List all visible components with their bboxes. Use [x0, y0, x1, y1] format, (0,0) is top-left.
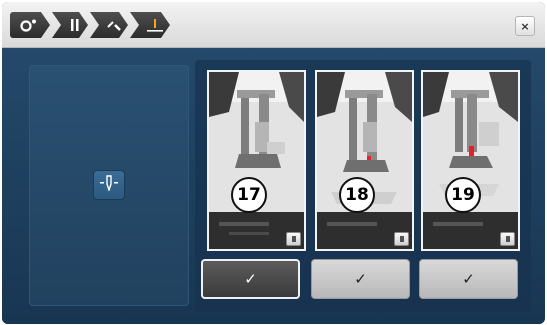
breadcrumb-needle-pause[interactable] — [52, 12, 88, 38]
close-icon: × — [520, 19, 530, 33]
step-number-badge: 19 — [445, 177, 481, 213]
needle-pause-icon — [70, 18, 80, 32]
step-photo-19: 19 II — [421, 70, 520, 251]
check-icon: ✓ — [462, 270, 475, 288]
pause-button[interactable]: II — [394, 232, 409, 246]
sewing-machine-image — [317, 72, 412, 249]
needle-icon — [100, 175, 118, 195]
left-panel — [29, 65, 189, 306]
pause-button[interactable]: II — [500, 232, 515, 246]
needle-button[interactable] — [93, 170, 125, 200]
step-photo-18: 18 II — [315, 70, 414, 251]
confirm-step-19-button[interactable]: ✓ — [419, 259, 518, 299]
breadcrumb-needle-threader[interactable] — [90, 12, 128, 38]
check-icon: ✓ — [354, 270, 367, 288]
step-photo-17: 17 II — [207, 70, 306, 251]
breadcrumb-presser-foot[interactable] — [10, 12, 50, 38]
steps-panel: 17 II 18 II 19 II ✓ ✓ ✓ — [195, 60, 531, 312]
pause-button[interactable]: II — [286, 232, 301, 246]
screen: × 17 II 18 II 19 II ✓ ✓ ✓ — [2, 2, 545, 324]
top-bar: × — [2, 2, 545, 48]
check-icon: ✓ — [244, 270, 257, 288]
breadcrumb-needle-position[interactable] — [130, 12, 170, 38]
sewing-machine-image — [209, 72, 304, 249]
needle-threader-icon — [106, 18, 122, 32]
step-number-badge: 18 — [339, 177, 375, 213]
main-area: 17 II 18 II 19 II ✓ ✓ ✓ — [2, 48, 545, 324]
step-number-badge: 17 — [231, 177, 267, 213]
presser-foot-settings-icon — [20, 18, 40, 32]
confirm-step-18-button[interactable]: ✓ — [311, 259, 410, 299]
sewing-machine-image — [423, 72, 518, 249]
needle-position-icon — [146, 18, 164, 32]
confirm-step-17-button[interactable]: ✓ — [201, 259, 300, 299]
close-button[interactable]: × — [515, 16, 535, 36]
breadcrumb — [10, 12, 172, 38]
